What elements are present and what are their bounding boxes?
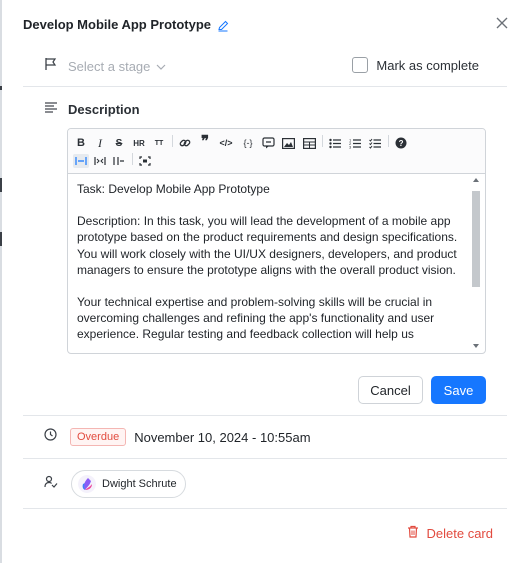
bullet-list-icon[interactable] <box>328 136 342 150</box>
assign-user-icon <box>44 475 58 494</box>
flag-icon <box>44 57 58 76</box>
help-icon[interactable]: ? <box>394 136 408 150</box>
editor-scrollbar[interactable] <box>470 175 484 351</box>
toolbar-separator <box>172 135 173 147</box>
svg-text:?: ? <box>399 139 404 148</box>
window-edge-marker <box>0 178 2 192</box>
image-icon[interactable] <box>281 136 295 150</box>
assignee-name: Dwight Schrute <box>102 478 177 490</box>
scrollbar-thumb[interactable] <box>472 191 480 287</box>
toolbar-separator <box>322 135 323 147</box>
split-columns-icon[interactable] <box>93 154 107 168</box>
trash-icon <box>407 525 419 541</box>
card-title: Develop Mobile App Prototype <box>23 17 212 32</box>
description-text[interactable]: Task: Develop Mobile App Prototype Descr… <box>68 173 470 353</box>
assignee-row: Dwight Schrute <box>44 470 186 498</box>
divider <box>23 415 507 416</box>
description-header: Description <box>44 100 140 118</box>
scroll-up-icon <box>473 178 479 182</box>
italic-icon[interactable]: I <box>95 136 105 150</box>
edit-title-icon[interactable] <box>217 19 229 31</box>
description-editor[interactable]: B I S HR TT ❞ </> {-} 123 ? Task: Develo… <box>67 128 486 354</box>
delete-card-button[interactable]: Delete card <box>407 525 493 541</box>
stage-row: Select a stage Mark as complete <box>44 56 494 76</box>
divider <box>23 458 507 459</box>
divider <box>23 508 507 509</box>
strikethrough-icon[interactable]: S <box>114 136 124 150</box>
quote-icon[interactable]: ❞ <box>198 133 212 150</box>
divider <box>23 86 507 87</box>
scroll-down-icon <box>473 344 479 348</box>
comment-icon[interactable] <box>261 136 275 150</box>
avatar <box>78 475 96 493</box>
editor-toolbar: B I S HR TT ❞ </> {-} 123 ? <box>68 129 485 174</box>
cancel-button[interactable]: Cancel <box>358 376 423 404</box>
due-date[interactable]: November 10, 2024 - 10:55am <box>134 430 310 445</box>
text-align-icon <box>44 100 58 118</box>
description-heading: Description <box>68 101 140 117</box>
checkbox[interactable] <box>352 57 369 73</box>
window-edge-marker <box>0 86 2 90</box>
table-icon[interactable] <box>302 136 316 150</box>
mark-complete-checkbox[interactable]: Mark as complete <box>352 57 479 73</box>
description-paragraph: Your technical expertise and problem-sol… <box>77 295 435 342</box>
save-button[interactable]: Save <box>431 376 486 404</box>
side-by-side-icon[interactable] <box>73 154 89 168</box>
assignee-chip[interactable]: Dwight Schrute <box>71 470 186 498</box>
description-paragraph: Description: In this task, you will lead… <box>77 214 458 277</box>
toolbar-separator <box>132 153 133 165</box>
toolbar-separator <box>388 135 389 147</box>
bold-icon[interactable]: B <box>76 136 86 150</box>
preview-icon[interactable] <box>112 154 126 168</box>
window-edge-marker <box>0 232 2 246</box>
horizontal-rule-icon[interactable]: HR <box>132 136 146 150</box>
clock-icon <box>44 428 57 446</box>
stage-placeholder: Select a stage <box>68 58 151 74</box>
link-icon[interactable] <box>178 136 192 150</box>
heading-icon[interactable]: TT <box>152 136 166 150</box>
svg-text:3: 3 <box>349 144 352 149</box>
window-edge <box>0 0 2 563</box>
description-paragraph: Task: Develop Mobile App Prototype <box>77 182 270 196</box>
due-date-row: Overdue November 10, 2024 - 10:55am <box>44 428 311 446</box>
stage-select[interactable]: Select a stage <box>68 59 166 74</box>
code-icon[interactable]: </> <box>218 136 234 150</box>
close-icon[interactable] <box>494 15 510 31</box>
chevron-down-icon <box>156 59 166 74</box>
fullscreen-icon[interactable] <box>138 154 152 168</box>
code-block-icon[interactable]: {-} <box>240 136 256 150</box>
ordered-list-icon[interactable]: 123 <box>348 136 362 150</box>
card-header: Develop Mobile App Prototype <box>23 17 229 32</box>
mark-complete-label: Mark as complete <box>376 57 479 73</box>
status-badge: Overdue <box>70 428 127 446</box>
checklist-icon[interactable] <box>368 136 382 150</box>
delete-card-label: Delete card <box>426 525 493 541</box>
